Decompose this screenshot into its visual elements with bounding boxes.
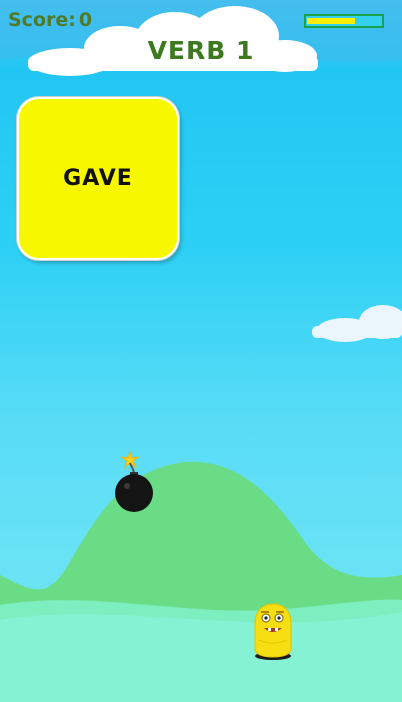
score-display: Score: 0 xyxy=(8,9,92,31)
word-card[interactable]: GAVE xyxy=(17,97,179,260)
score-label: Score: xyxy=(8,9,76,31)
word-card-text: GAVE xyxy=(63,166,133,191)
game-stage[interactable]: Score: 0 VERB 1 GAVE xyxy=(0,0,402,702)
energy-bar xyxy=(304,14,384,28)
score-value: 0 xyxy=(78,9,93,31)
bomb-icon[interactable] xyxy=(112,450,156,514)
side-cloud xyxy=(312,305,402,342)
player-character[interactable] xyxy=(249,602,297,662)
level-title: VERB 1 xyxy=(147,36,255,65)
energy-bar-fill xyxy=(307,18,355,24)
